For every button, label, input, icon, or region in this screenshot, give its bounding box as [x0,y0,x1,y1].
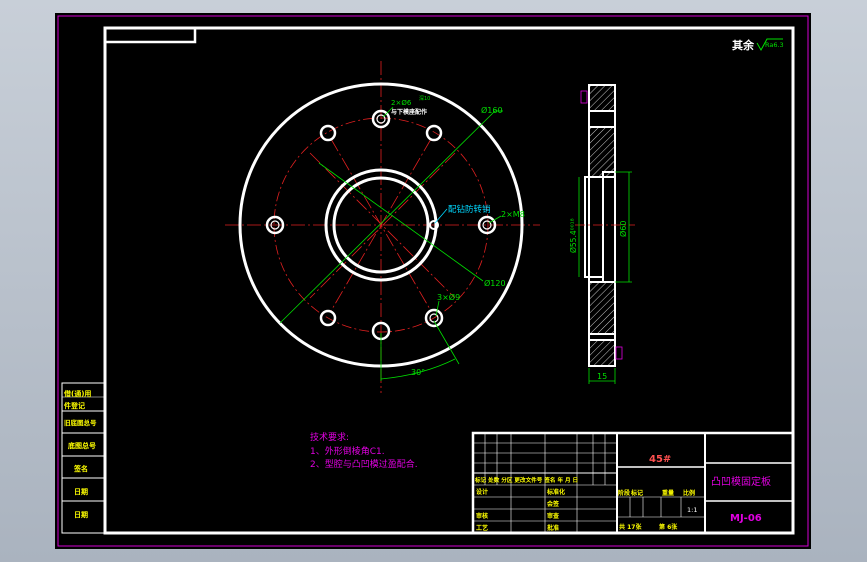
bolt-hole [425,124,443,142]
section-upper-cap [588,84,616,112]
roughness-label: 其余 [732,38,755,52]
thread-mark-top [580,90,588,104]
section-lower-body [588,281,616,335]
section-step [602,171,616,283]
stage-label: 比例 [683,489,695,497]
note-thread: 2×M8 [501,210,525,219]
left-strip-label: 日期 [74,487,88,496]
front-view: Ø160 Ø120 2×Ø6 深10 与下模座配作 配钻防转销 2×M8 3×Ø… [225,61,540,393]
dim-dia120: Ø120 [484,278,506,288]
part-name: 凸凹模固定板 [711,475,771,488]
material: 45# [649,454,671,465]
tech-req-title: 技术要求: [310,431,349,443]
tech-req-item-1: 1、外形倒棱角C1. [310,445,385,457]
stage-label: 阶段 [618,489,630,497]
roughness-value: Ra6.3 [765,41,784,49]
note-pin: 配钻防转销 [448,204,491,215]
left-strip-label: 签名 [73,464,88,473]
drawing-frame [103,26,795,535]
left-strip-label: 日期 [74,510,88,519]
stage-label: 标记 [630,489,643,497]
thread-mark-bottom [615,346,623,360]
label-standardize: 标准化 [546,488,565,496]
note-small-holes-fit: 与下模座配作 [391,108,427,116]
scale-value: 1:1 [687,506,697,514]
label-approve: 批准 [547,524,559,532]
side-view: Ø55.4⁰⁰¹⁸ Ø60 15 [569,84,635,384]
tech-req-item-2: 2、型腔与凸凹模过盈配合. [310,458,418,470]
leader-pin [434,208,448,224]
note-small-holes-depth: 深10 [419,95,430,102]
left-strip-label: 件登记 [64,401,85,410]
sheets-total: 共 17张 [619,523,642,531]
revision-header: 标记 处数 分区 更改文件号 签名 年 月 日 [474,476,578,484]
angle-leg-2 [433,320,460,365]
cad-drawing: 其余 Ra6.3 Ø160 Ø120 2×Ø6 深10 与下模座配作 配钻防转销… [57,15,809,547]
cad-viewport[interactable]: 其余 Ra6.3 Ø160 Ø120 2×Ø6 深10 与下模座配作 配钻防转销… [55,13,811,549]
label-inspection: 审查 [547,512,559,520]
left-strip-label: 借(通)用 [63,389,91,398]
leader-large-holes [435,300,440,317]
left-strip-label: 旧底图总号 [64,418,97,427]
section-upper-body [588,126,616,178]
section-lower-cap [588,339,616,367]
dim-dia60: Ø60 [618,221,628,237]
title-block: 标记 处数 分区 更改文件号 签名 年 月 日 设计 标准化 会签 审核 审查 … [471,431,795,535]
stage-label: 重量 [662,489,674,497]
label-count: 会签 [547,500,560,508]
label-process: 工艺 [476,524,488,532]
label-review: 审核 [476,512,488,520]
section-bore [584,176,604,278]
code-box [103,26,197,44]
note-small-holes: 2×Ø6 [391,99,412,107]
left-strip-label: 底图总号 [68,441,96,450]
dim-thickness: 15 [597,372,607,381]
label-design: 设计 [476,488,488,496]
bolt-hole [319,124,337,142]
dim-dia160: Ø160 [481,105,503,115]
dim-line-dia160 [279,110,496,324]
drawing-number: MJ-06 [730,513,762,524]
left-strip: 借(通)用 件登记 旧底图总号 底图总号 签名 日期 日期 [61,382,106,534]
note-large-holes: 3×Ø9 [437,292,460,302]
dim-angle: 30° [411,368,425,377]
sheet-number: 第 6张 [658,523,678,531]
dim-dia55: Ø55.4⁰⁰¹⁸ [569,218,578,253]
